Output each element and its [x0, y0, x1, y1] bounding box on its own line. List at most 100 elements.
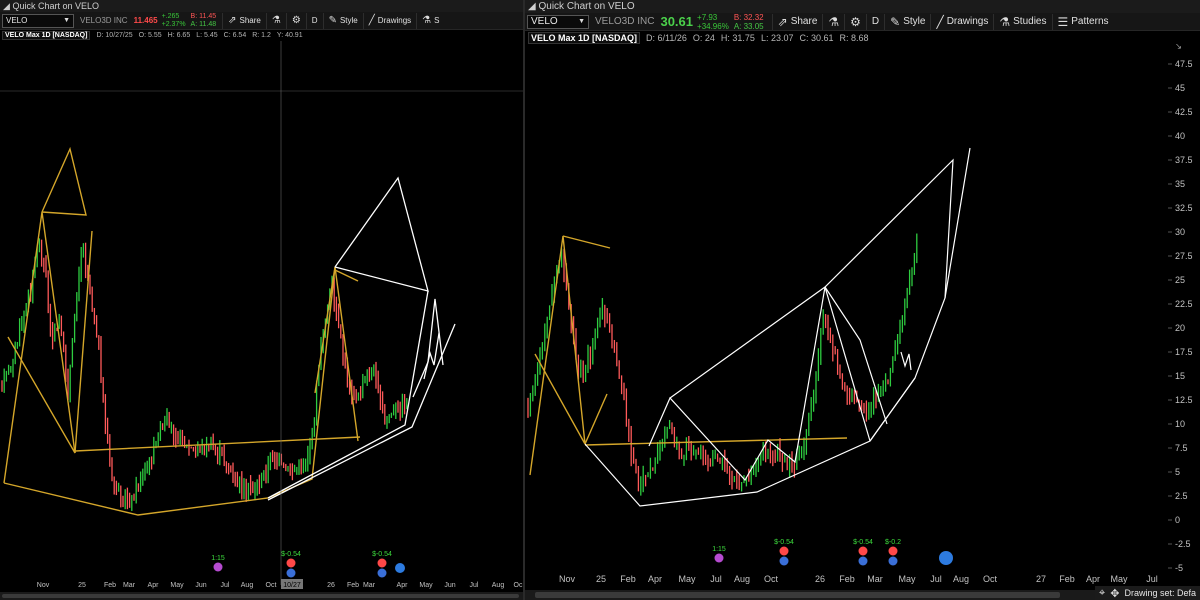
x-axis-label: Nov — [559, 574, 576, 584]
brush-icon: ✎ — [328, 15, 337, 26]
event-icon[interactable] — [858, 546, 868, 556]
x-axis-label: Oct — [764, 574, 779, 584]
event-icon[interactable] — [286, 568, 296, 578]
gear-icon: ⚙ — [291, 15, 301, 26]
event-icon[interactable] — [714, 553, 724, 563]
studies-icon: ⚗ — [999, 14, 1011, 29]
x-axis-label: 26 — [815, 574, 825, 584]
left-settings-button[interactable]: ⚙ — [285, 12, 306, 29]
x-axis-label: Mar — [123, 582, 136, 589]
left-bid-ask: B: 11.45 A: 11.48 — [190, 12, 217, 28]
event-icon[interactable] — [377, 558, 387, 568]
x-axis-label: 26 — [327, 582, 335, 589]
left-price-chart[interactable]: 1:15 $-0.54 $-0.54 Nov 25 Feb Mar Apr May Jun Jul… — [0, 41, 523, 592]
event-icon[interactable] — [888, 546, 898, 556]
left-drawings-button[interactable]: ╱ Drawings — [362, 12, 416, 29]
left-symbol-input[interactable]: VELO ▼ — [2, 13, 74, 28]
gear-icon: ⚙ — [850, 14, 861, 29]
crosshair-icon[interactable]: ⌖ — [1099, 587, 1105, 600]
x-axis-label: Apr — [1086, 574, 1100, 584]
right-info-bar: VELO Max 1D [NASDAQ] D: 6/11/26 O: 24 H:… — [525, 32, 1200, 44]
x-axis-label: Feb — [620, 574, 636, 584]
event-icon[interactable] — [888, 556, 898, 566]
y-axis-label: 2.5 — [1175, 491, 1188, 501]
collapse-icon[interactable]: ◢ — [528, 1, 536, 12]
left-crosshair-date: 10/27 — [283, 582, 301, 589]
y-axis-label: 47.5 — [1175, 59, 1193, 69]
help-icon[interactable] — [395, 563, 405, 573]
right-style-button[interactable]: ✎ Style — [884, 13, 930, 30]
x-axis-label: Jul — [930, 574, 942, 584]
x-axis-label: Jul — [470, 582, 479, 589]
x-axis-label: Feb — [1059, 574, 1075, 584]
x-axis-label: Oct — [983, 574, 998, 584]
drawing-tools: ⌖ ✥ Drawing set: Defa — [1095, 586, 1200, 600]
right-patterns-button[interactable]: ☰ Patterns — [1051, 13, 1114, 30]
move-icon[interactable]: ✥ — [1110, 587, 1119, 600]
right-chart-panel: ◢ Quick Chart on VELO VELO ▼ VELO3D INC … — [523, 0, 1200, 600]
right-price-chart[interactable]: 47.5 45 42.5 40 37.5 35 32.5 30 27.5 25 22.5 20 17.5… — [525, 44, 1200, 590]
right-company-name: VELO3D INC — [595, 16, 655, 27]
x-axis-label: May — [419, 582, 433, 589]
y-axis-label: 32.5 — [1175, 203, 1193, 213]
y-axis-label: 40 — [1175, 131, 1185, 141]
right-settings-button[interactable]: ⚙ — [844, 13, 866, 30]
right-bid-ask: B: 32.32 A: 33.05 — [733, 12, 764, 31]
studies-icon: ⚗ — [422, 15, 432, 26]
left-style-button[interactable]: ✎ Style — [322, 12, 363, 29]
right-chart-title: VELO Max 1D [NASDAQ] — [528, 32, 641, 44]
flask-icon: ⚗ — [828, 14, 840, 29]
y-axis-label: 45 — [1175, 83, 1185, 93]
left-candles — [1, 238, 408, 511]
y-axis-label: 42.5 — [1175, 107, 1193, 117]
right-symbol-input[interactable]: VELO ▼ — [527, 14, 589, 29]
x-axis-label: Feb — [839, 574, 855, 584]
x-axis-label: Aug — [492, 582, 505, 589]
left-share-button[interactable]: ⇗ Share — [222, 12, 266, 29]
right-price: 30.61 — [660, 14, 694, 29]
chevron-down-icon: ▼ — [63, 17, 70, 24]
patterns-icon: ☰ — [1057, 14, 1069, 29]
event-label: $-0.54 — [853, 539, 873, 546]
left-flask-button[interactable]: ⚗ — [265, 12, 286, 29]
x-axis-label: Jun — [444, 582, 455, 589]
x-axis-label: Aug — [241, 582, 254, 589]
y-axis-label: -2.5 — [1175, 539, 1191, 549]
x-axis-label: Apr — [148, 582, 160, 589]
event-icon[interactable] — [858, 556, 868, 566]
left-scroll-thumb[interactable] — [2, 594, 519, 598]
event-icon[interactable] — [779, 556, 789, 566]
event-icon[interactable] — [286, 558, 296, 568]
event-icon[interactable] — [213, 562, 223, 572]
brush-icon: ✎ — [890, 14, 901, 29]
right-studies-button[interactable]: ⚗ Studies — [993, 13, 1051, 30]
y-axis-label: 35 — [1175, 179, 1185, 189]
x-axis-label: Mar — [363, 582, 376, 589]
x-axis-label: Apr — [397, 582, 409, 589]
collapse-icon[interactable]: ◢ — [3, 1, 10, 11]
right-scroll-thumb[interactable] — [535, 592, 1060, 598]
left-event-markers: 1:15 $-0.54 $-0.54 — [211, 551, 405, 578]
event-icon[interactable] — [377, 568, 387, 578]
left-horizontal-scrollbar[interactable] — [0, 592, 523, 600]
y-axis-label: 30 — [1175, 227, 1185, 237]
right-flask-button[interactable]: ⚗ — [822, 13, 844, 30]
left-studies-button[interactable]: ⚗ S — [416, 12, 444, 29]
right-toolbar: VELO ▼ VELO3D INC 30.61 +7.93 +34.96% B:… — [525, 13, 1200, 31]
y-axis-label: 27.5 — [1175, 251, 1193, 261]
right-period-button[interactable]: D — [865, 13, 884, 30]
right-change: +7.93 +34.96% — [697, 12, 729, 31]
event-label: 1:15 — [712, 546, 726, 553]
left-period-button[interactable]: D — [305, 12, 323, 29]
x-axis-label: Jul — [221, 582, 230, 589]
left-gold-drawings — [3, 146, 361, 516]
help-icon[interactable] — [939, 551, 953, 565]
y-axis-label: -5 — [1175, 563, 1183, 573]
flask-icon: ⚗ — [271, 15, 281, 26]
right-drawings-button[interactable]: ╱ Drawings — [930, 13, 993, 30]
left-info-bar: VELO Max 1D [NASDAQ] D: 10/27/25 O: 5.55… — [0, 30, 523, 41]
axis-zoom-icon[interactable]: ⤡ — [1173, 44, 1181, 51]
right-share-button[interactable]: ⇗ Share — [771, 13, 823, 30]
event-icon[interactable] — [779, 546, 789, 556]
left-chart-title: VELO Max 1D [NASDAQ] — [2, 31, 91, 40]
